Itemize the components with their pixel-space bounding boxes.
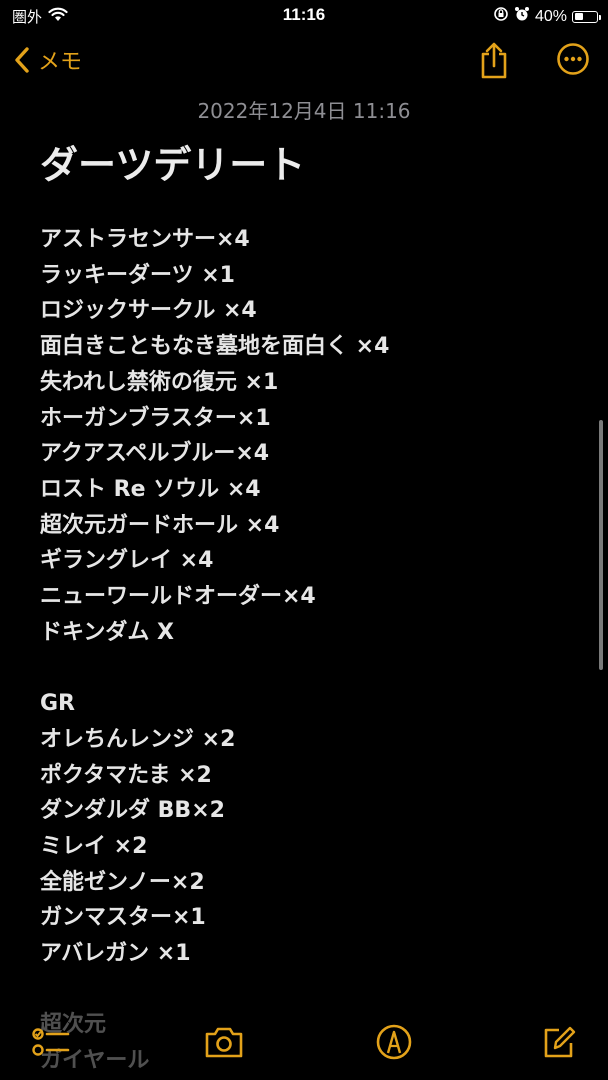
markup-icon[interactable]	[374, 1022, 414, 1066]
note-line: ロジックサークル ×4	[40, 298, 257, 324]
note-body[interactable]: アストラセンサー×4 ラッキーダーツ ×1 ロジックサークル ×4 面白きこともなき墓…	[40, 222, 588, 1079]
note-line: 全能ゼンノー×2	[40, 869, 205, 895]
share-icon[interactable]	[478, 42, 510, 84]
note-line: 超次元ガードホール ×4	[40, 512, 280, 538]
checklist-icon[interactable]	[32, 1022, 72, 1066]
note-line: ガンマスター×1	[40, 905, 206, 931]
note-line: アクアスペルブルー×4	[40, 441, 270, 467]
alarm-icon	[514, 6, 530, 27]
battery-percent: 40%	[534, 7, 567, 25]
note-line: 失われし禁術の復元 ×1	[40, 369, 279, 395]
nav-actions	[478, 42, 590, 84]
status-bar: 圏外 11:16 40%	[0, 0, 608, 32]
back-button[interactable]: メモ	[14, 44, 82, 76]
scrollbar[interactable]	[599, 420, 603, 670]
note-line: 面白きこともなき墓地を面白く ×4	[40, 334, 390, 360]
note-line: ラッキーダーツ ×1	[40, 262, 235, 288]
note-date: 2022年12月4日 11:16	[197, 99, 411, 123]
nav-bar: メモ	[0, 36, 608, 88]
note-line: オレちんレンジ ×2	[40, 726, 236, 752]
more-icon[interactable]	[556, 42, 590, 84]
compose-icon[interactable]	[541, 1022, 577, 1066]
note-line: GR	[40, 691, 75, 717]
status-right: 40%	[493, 6, 601, 27]
note-title[interactable]: ダーツデリート	[40, 134, 305, 189]
note-line: アバレガン ×1	[40, 941, 191, 967]
note-line: ニューワールドオーダー×4	[40, 584, 316, 610]
note-line: ダンダルダ BB×2	[40, 798, 225, 824]
note-line: ギラングレイ ×4	[40, 548, 214, 574]
note-line: ポクタマたま ×2	[40, 762, 212, 788]
note-line: ロスト Re ソウル ×4	[40, 476, 261, 502]
battery-fill	[574, 13, 583, 20]
chevron-left-icon	[15, 47, 29, 73]
bottom-toolbar	[0, 1010, 608, 1080]
note-line: ドキンダム X	[40, 619, 174, 645]
orientation-lock-icon	[493, 6, 509, 27]
back-button-label: メモ	[38, 50, 83, 75]
note-line: ホーガンブラスター×1	[40, 405, 271, 431]
battery-icon	[572, 10, 601, 23]
note-line: アストラセンサー×4	[40, 227, 250, 252]
camera-icon[interactable]	[203, 1022, 245, 1066]
note-line: ミレイ ×2	[40, 833, 148, 859]
